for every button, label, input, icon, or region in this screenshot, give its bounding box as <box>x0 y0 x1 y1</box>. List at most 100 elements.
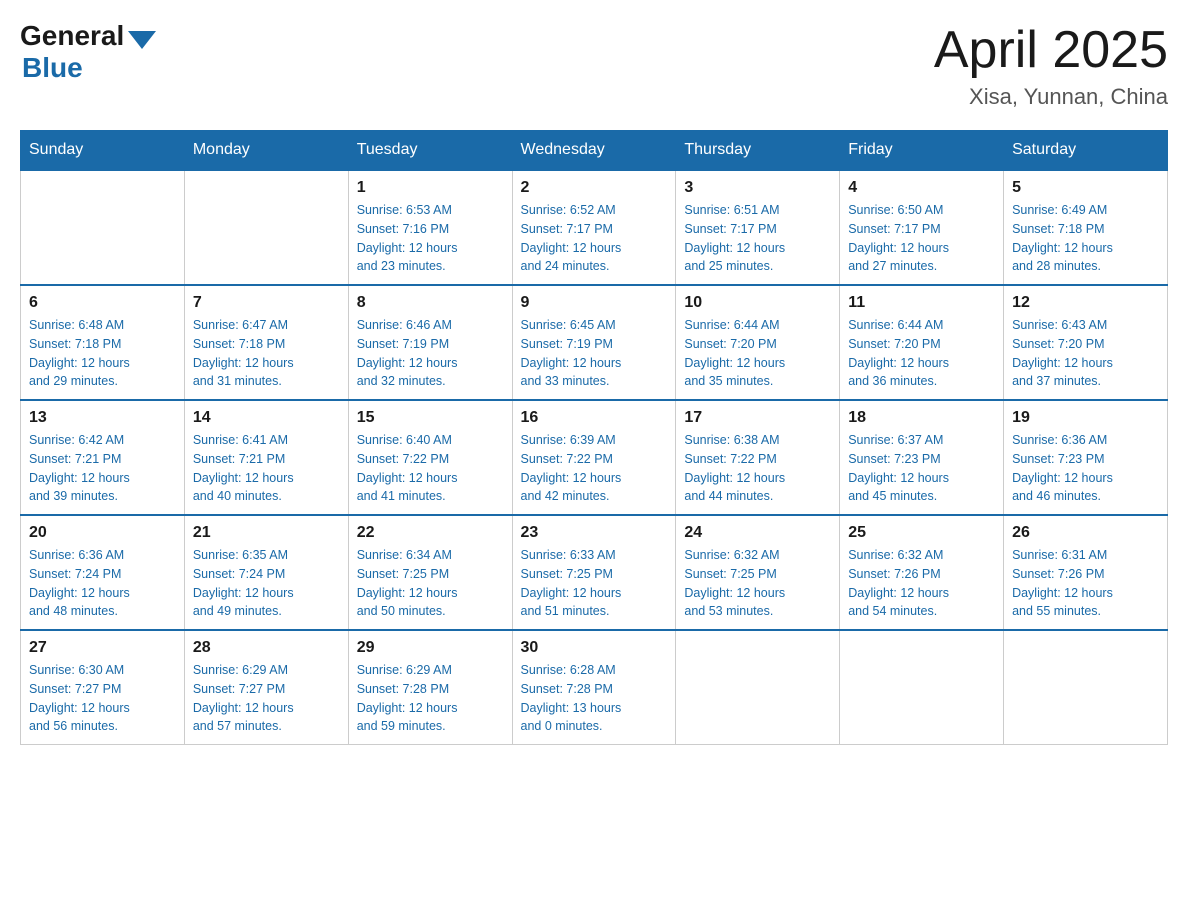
table-row: 19 Sunrise: 6:36 AMSunset: 7:23 PMDayligh… <box>1004 400 1168 515</box>
day-number: 13 <box>29 409 176 427</box>
table-row: 24 Sunrise: 6:32 AMSunset: 7:25 PMDayligh… <box>676 515 840 630</box>
day-number: 29 <box>357 639 504 657</box>
table-row: 21 Sunrise: 6:35 AMSunset: 7:24 PMDayligh… <box>184 515 348 630</box>
day-number: 7 <box>193 294 340 312</box>
day-info: Sunrise: 6:32 AMSunset: 7:26 PMDaylight:… <box>848 546 995 621</box>
day-number: 30 <box>521 639 668 657</box>
day-info: Sunrise: 6:39 AMSunset: 7:22 PMDaylight:… <box>521 431 668 506</box>
page-header: General Blue April 2025 Xisa, Yunnan, Ch… <box>20 20 1168 110</box>
day-number: 23 <box>521 524 668 542</box>
day-info: Sunrise: 6:43 AMSunset: 7:20 PMDaylight:… <box>1012 316 1159 391</box>
calendar-table: Sunday Monday Tuesday Wednesday Thursday… <box>20 130 1168 745</box>
table-row: 28 Sunrise: 6:29 AMSunset: 7:27 PMDayligh… <box>184 630 348 745</box>
day-info: Sunrise: 6:33 AMSunset: 7:25 PMDaylight:… <box>521 546 668 621</box>
day-info: Sunrise: 6:47 AMSunset: 7:18 PMDaylight:… <box>193 316 340 391</box>
calendar-week-row: 13 Sunrise: 6:42 AMSunset: 7:21 PMDayligh… <box>21 400 1168 515</box>
table-row: 3 Sunrise: 6:51 AMSunset: 7:17 PMDaylight… <box>676 170 840 285</box>
day-info: Sunrise: 6:44 AMSunset: 7:20 PMDaylight:… <box>684 316 831 391</box>
table-row: 16Sunrise: 6:39 AMSunset: 7:22 PMDayligh… <box>512 400 676 515</box>
day-info: Sunrise: 6:49 AMSunset: 7:18 PMDaylight:… <box>1012 201 1159 276</box>
table-row: 14 Sunrise: 6:41 AMSunset: 7:21 PMDayligh… <box>184 400 348 515</box>
day-number: 24 <box>684 524 831 542</box>
day-info: Sunrise: 6:42 AMSunset: 7:21 PMDaylight:… <box>29 431 176 506</box>
table-row: 29 Sunrise: 6:29 AMSunset: 7:28 PMDayligh… <box>348 630 512 745</box>
table-row: 30 Sunrise: 6:28 AMSunset: 7:28 PMDayligh… <box>512 630 676 745</box>
day-number: 22 <box>357 524 504 542</box>
day-number: 1 <box>357 179 504 197</box>
day-number: 12 <box>1012 294 1159 312</box>
table-row: 22 Sunrise: 6:34 AMSunset: 7:25 PMDayligh… <box>348 515 512 630</box>
logo: General Blue <box>20 20 156 84</box>
day-number: 19 <box>1012 409 1159 427</box>
table-row: 9 Sunrise: 6:45 AMSunset: 7:19 PMDaylight… <box>512 285 676 400</box>
table-row: 6Sunrise: 6:48 AMSunset: 7:18 PMDaylight… <box>21 285 185 400</box>
day-number: 26 <box>1012 524 1159 542</box>
day-info: Sunrise: 6:50 AMSunset: 7:17 PMDaylight:… <box>848 201 995 276</box>
day-info: Sunrise: 6:52 AMSunset: 7:17 PMDaylight:… <box>521 201 668 276</box>
day-number: 9 <box>521 294 668 312</box>
day-number: 14 <box>193 409 340 427</box>
header-friday: Friday <box>840 131 1004 171</box>
day-number: 8 <box>357 294 504 312</box>
day-number: 21 <box>193 524 340 542</box>
table-row <box>840 630 1004 745</box>
day-info: Sunrise: 6:53 AMSunset: 7:16 PMDaylight:… <box>357 201 504 276</box>
table-row: 25 Sunrise: 6:32 AMSunset: 7:26 PMDayligh… <box>840 515 1004 630</box>
day-info: Sunrise: 6:31 AMSunset: 7:26 PMDaylight:… <box>1012 546 1159 621</box>
day-number: 20 <box>29 524 176 542</box>
day-info: Sunrise: 6:36 AMSunset: 7:24 PMDaylight:… <box>29 546 176 621</box>
day-number: 6 <box>29 294 176 312</box>
table-row: 17Sunrise: 6:38 AMSunset: 7:22 PMDayligh… <box>676 400 840 515</box>
day-info: Sunrise: 6:36 AMSunset: 7:23 PMDaylight:… <box>1012 431 1159 506</box>
day-info: Sunrise: 6:28 AMSunset: 7:28 PMDaylight:… <box>521 661 668 736</box>
day-number: 15 <box>357 409 504 427</box>
logo-general-text: General <box>20 20 124 52</box>
table-row: 5 Sunrise: 6:49 AMSunset: 7:18 PMDaylight… <box>1004 170 1168 285</box>
calendar-week-row: 27Sunrise: 6:30 AMSunset: 7:27 PMDayligh… <box>21 630 1168 745</box>
table-row: 13 Sunrise: 6:42 AMSunset: 7:21 PMDayligh… <box>21 400 185 515</box>
calendar-week-row: 20 Sunrise: 6:36 AMSunset: 7:24 PMDayligh… <box>21 515 1168 630</box>
day-number: 2 <box>521 179 668 197</box>
day-number: 3 <box>684 179 831 197</box>
day-number: 17 <box>684 409 831 427</box>
day-info: Sunrise: 6:41 AMSunset: 7:21 PMDaylight:… <box>193 431 340 506</box>
header-monday: Monday <box>184 131 348 171</box>
day-info: Sunrise: 6:44 AMSunset: 7:20 PMDaylight:… <box>848 316 995 391</box>
table-row <box>676 630 840 745</box>
day-number: 27 <box>29 639 176 657</box>
day-info: Sunrise: 6:34 AMSunset: 7:25 PMDaylight:… <box>357 546 504 621</box>
header-tuesday: Tuesday <box>348 131 512 171</box>
table-row <box>184 170 348 285</box>
day-info: Sunrise: 6:29 AMSunset: 7:28 PMDaylight:… <box>357 661 504 736</box>
day-number: 28 <box>193 639 340 657</box>
day-number: 25 <box>848 524 995 542</box>
day-info: Sunrise: 6:32 AMSunset: 7:25 PMDaylight:… <box>684 546 831 621</box>
table-row: 20 Sunrise: 6:36 AMSunset: 7:24 PMDayligh… <box>21 515 185 630</box>
header-saturday: Saturday <box>1004 131 1168 171</box>
table-row: 4 Sunrise: 6:50 AMSunset: 7:17 PMDaylight… <box>840 170 1004 285</box>
day-info: Sunrise: 6:51 AMSunset: 7:17 PMDaylight:… <box>684 201 831 276</box>
table-row: 7 Sunrise: 6:47 AMSunset: 7:18 PMDaylight… <box>184 285 348 400</box>
calendar-week-row: 6Sunrise: 6:48 AMSunset: 7:18 PMDaylight… <box>21 285 1168 400</box>
calendar-header-row: Sunday Monday Tuesday Wednesday Thursday… <box>21 131 1168 171</box>
table-row: 8Sunrise: 6:46 AMSunset: 7:19 PMDaylight… <box>348 285 512 400</box>
day-info: Sunrise: 6:35 AMSunset: 7:24 PMDaylight:… <box>193 546 340 621</box>
table-row: 27Sunrise: 6:30 AMSunset: 7:27 PMDayligh… <box>21 630 185 745</box>
header-wednesday: Wednesday <box>512 131 676 171</box>
header-thursday: Thursday <box>676 131 840 171</box>
page-title: April 2025 <box>934 20 1168 80</box>
table-row <box>1004 630 1168 745</box>
day-number: 10 <box>684 294 831 312</box>
day-number: 5 <box>1012 179 1159 197</box>
day-info: Sunrise: 6:29 AMSunset: 7:27 PMDaylight:… <box>193 661 340 736</box>
table-row: 18 Sunrise: 6:37 AMSunset: 7:23 PMDayligh… <box>840 400 1004 515</box>
day-info: Sunrise: 6:40 AMSunset: 7:22 PMDaylight:… <box>357 431 504 506</box>
day-number: 18 <box>848 409 995 427</box>
day-number: 4 <box>848 179 995 197</box>
title-block: April 2025 Xisa, Yunnan, China <box>934 20 1168 110</box>
day-info: Sunrise: 6:45 AMSunset: 7:19 PMDaylight:… <box>521 316 668 391</box>
day-info: Sunrise: 6:37 AMSunset: 7:23 PMDaylight:… <box>848 431 995 506</box>
table-row: 2 Sunrise: 6:52 AMSunset: 7:17 PMDaylight… <box>512 170 676 285</box>
table-row: 23 Sunrise: 6:33 AMSunset: 7:25 PMDayligh… <box>512 515 676 630</box>
table-row: 11Sunrise: 6:44 AMSunset: 7:20 PMDayligh… <box>840 285 1004 400</box>
